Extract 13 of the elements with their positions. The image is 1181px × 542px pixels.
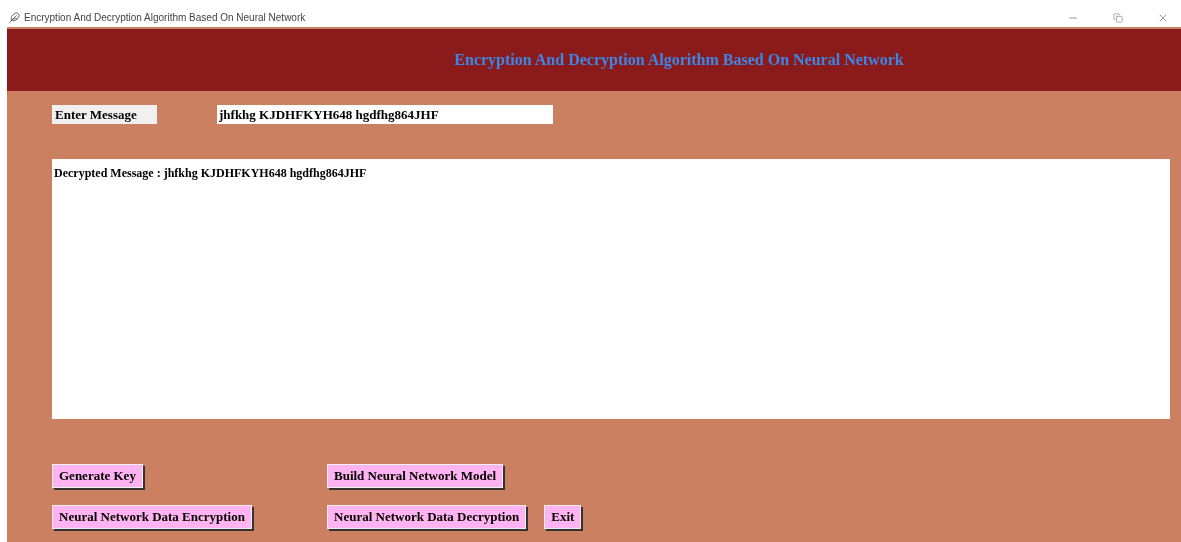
window-title: Encryption And Decryption Algorithm Based On Neural Network [24, 11, 306, 25]
output-text: Decrypted Message : jhfkhg KJDHFKYH648 hgdfhg864JHF [54, 166, 367, 180]
action-button[interactable]: Generate Key [52, 463, 143, 488]
header-title: Encryption And Decryption Algorithm Based On Neural Network [454, 50, 904, 71]
action-button[interactable]: Exit [544, 504, 582, 529]
message-field[interactable]: jhfkhg KJDHFKYH648 hgdfhg864JHF [217, 105, 553, 124]
output-area[interactable]: Decrypted Message : jhfkhg KJDHFKYH648 hgdfhg864JHF [52, 159, 1170, 419]
action-button[interactable]: Neural Network Data Encryption [52, 504, 252, 529]
feather-icon [9, 12, 20, 23]
message-label: Enter Message [52, 105, 157, 124]
action-button[interactable]: Neural Network Data Decryption [327, 504, 527, 529]
restore-icon[interactable] [1113, 12, 1123, 23]
action-button[interactable]: Build Neural Network Model [327, 463, 504, 488]
